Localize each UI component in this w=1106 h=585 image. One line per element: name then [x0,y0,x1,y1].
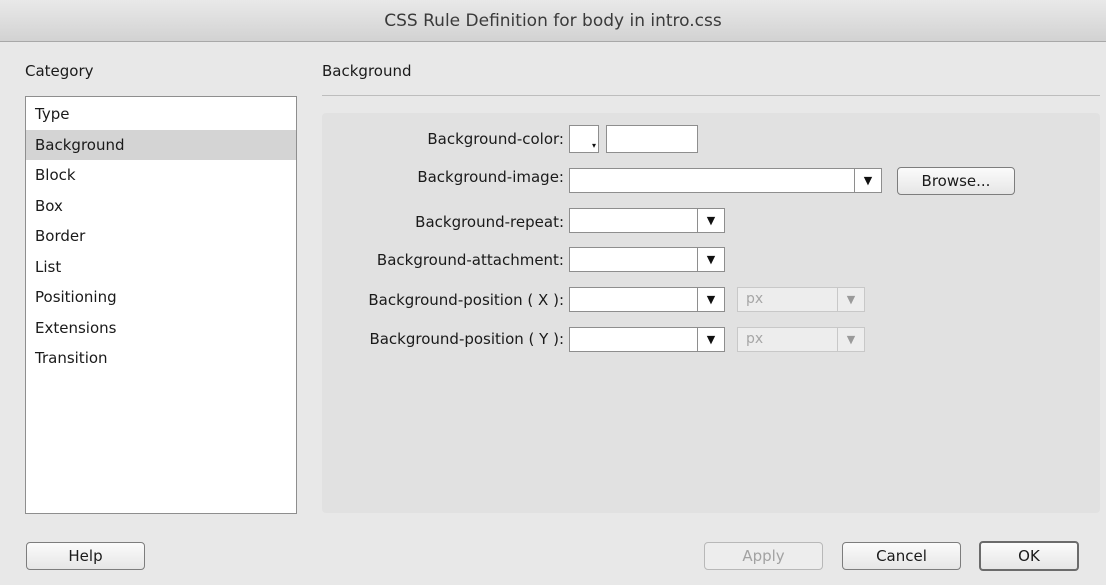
background-position-y-unit-select: px ▼ [737,327,865,352]
dropdown-arrow-icon[interactable]: ▼ [854,169,881,192]
background-color-input[interactable] [606,125,698,153]
category-item-box[interactable]: Box [26,191,296,222]
category-item-background[interactable]: Background [26,129,296,160]
background-image-label: Background-image: [417,168,564,186]
css-rule-definition-dialog: CSS Rule Definition for body in intro.cs… [0,0,1106,585]
background-image-combo[interactable]: ▼ [569,168,882,193]
dropdown-arrow-icon[interactable]: ▼ [697,288,724,311]
category-item-type[interactable]: Type [26,99,296,130]
title-bar: CSS Rule Definition for body in intro.cs… [0,0,1106,42]
category-item-positioning[interactable]: Positioning [26,282,296,313]
help-button[interactable]: Help [26,542,145,570]
background-position-x-select[interactable]: ▼ [569,287,725,312]
window-title: CSS Rule Definition for body in intro.cs… [384,11,722,31]
background-position-x-label: Background-position ( X ): [368,291,564,309]
dropdown-arrow-icon[interactable]: ▼ [697,209,724,232]
background-color-label: Background-color: [427,130,564,148]
apply-button[interactable]: Apply [704,542,823,570]
dropdown-arrow-icon[interactable]: ▼ [697,328,724,351]
category-heading: Category [25,62,94,80]
dropdown-arrow-icon[interactable]: ▼ [697,248,724,271]
section-divider [322,95,1100,96]
cancel-button[interactable]: Cancel [842,542,961,570]
category-item-border[interactable]: Border [26,221,296,252]
background-attachment-select[interactable]: ▼ [569,247,725,272]
browse-button[interactable]: Browse... [897,167,1015,195]
section-title: Background [322,62,412,80]
background-position-y-select[interactable]: ▼ [569,327,725,352]
swatch-dropdown-icon: ▾ [591,141,596,150]
category-item-extensions[interactable]: Extensions [26,313,296,344]
background-position-y-label: Background-position ( Y ): [369,330,564,348]
category-item-transition[interactable]: Transition [26,343,296,374]
dropdown-arrow-icon: ▼ [837,328,864,351]
dropdown-arrow-icon: ▼ [837,288,864,311]
background-color-swatch[interactable]: ▾ [569,125,599,153]
category-item-list[interactable]: List [26,252,296,283]
background-position-x-unit-select: px ▼ [737,287,865,312]
category-item-block[interactable]: Block [26,160,296,191]
background-repeat-select[interactable]: ▼ [569,208,725,233]
background-repeat-label: Background-repeat: [415,213,564,231]
category-list[interactable]: Type Background Block Box Border List Position… [25,96,297,514]
ok-button[interactable]: OK [979,541,1079,571]
background-attachment-label: Background-attachment: [376,251,564,269]
